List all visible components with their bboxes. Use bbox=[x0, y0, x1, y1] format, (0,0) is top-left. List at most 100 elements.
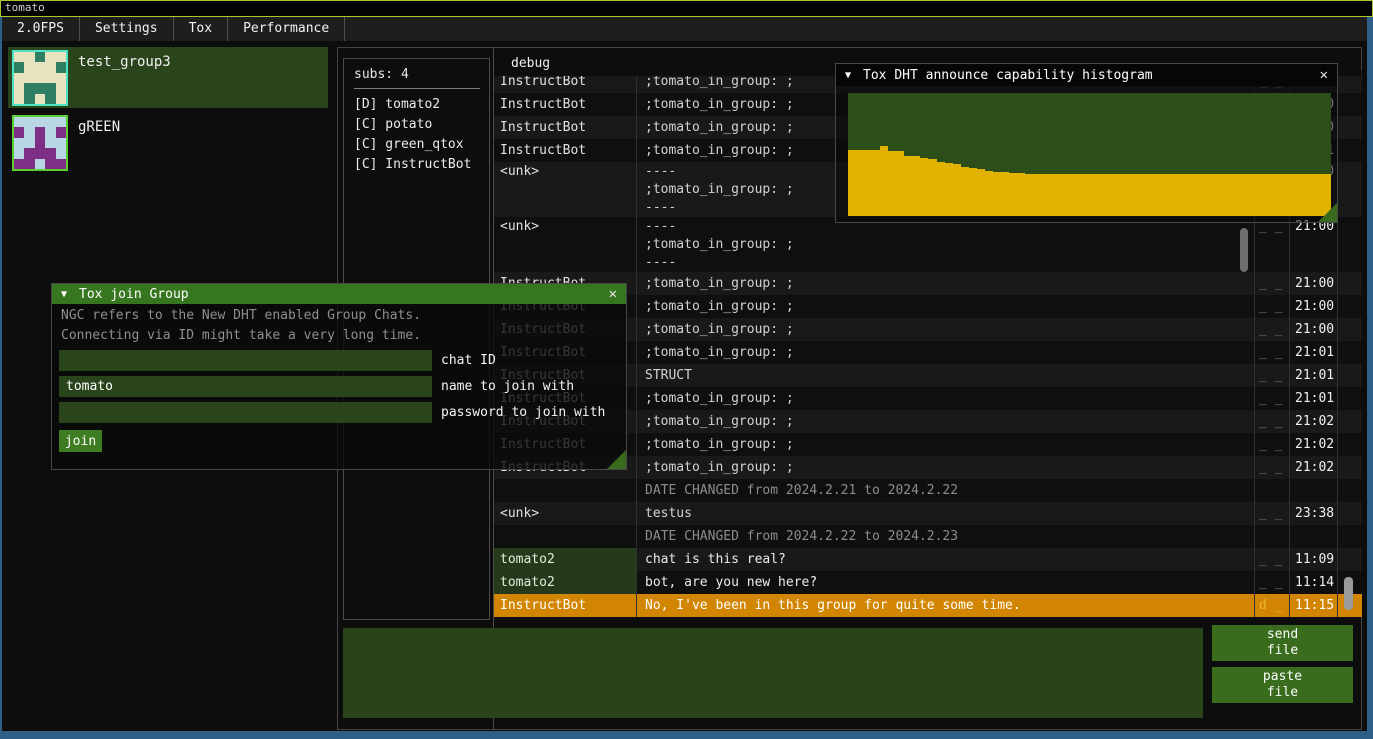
menu-item-tox[interactable]: Tox bbox=[174, 17, 228, 41]
menu-item-2.0fps[interactable]: 2.0FPS bbox=[2, 17, 80, 41]
join-group-titlebar[interactable]: ▼ Tox join Group ✕ bbox=[52, 284, 626, 304]
join-field-label: password to join with bbox=[441, 402, 605, 423]
histogram-bar bbox=[1250, 174, 1258, 216]
histogram-bar bbox=[1122, 174, 1130, 216]
chat-scrollbar-thumb[interactable] bbox=[1240, 228, 1248, 272]
time-cell: 21:00 bbox=[1290, 318, 1338, 341]
menu-item-performance[interactable]: Performance bbox=[228, 17, 345, 41]
close-icon[interactable]: ✕ bbox=[609, 286, 617, 302]
message-cell: ;tomato_in_group: ; bbox=[637, 410, 1255, 433]
group-item-test_group3[interactable]: test_group3 bbox=[8, 47, 328, 108]
histogram-bar bbox=[993, 172, 1001, 216]
time-cell: 21:01 bbox=[1290, 364, 1338, 387]
status-cell: _ _ bbox=[1255, 433, 1290, 456]
status-cell: _ _ bbox=[1255, 456, 1290, 479]
histogram-bar bbox=[961, 167, 969, 216]
join-field-password-to-join-with[interactable] bbox=[59, 402, 432, 423]
avatar-pixel bbox=[14, 138, 24, 148]
dht-histogram-titlebar[interactable]: ▼ Tox DHT announce capability histogram … bbox=[836, 64, 1337, 86]
menu-item-settings[interactable]: Settings bbox=[80, 17, 174, 41]
avatar-pixel bbox=[35, 159, 45, 169]
avatar-pixel bbox=[45, 148, 55, 158]
time-cell bbox=[1290, 479, 1338, 502]
avatar-pixel bbox=[35, 94, 45, 104]
time-cell: 11:14 bbox=[1290, 571, 1338, 594]
histogram-bar bbox=[920, 158, 928, 216]
panel-scrollbar-thumb[interactable] bbox=[1344, 577, 1353, 610]
member-item[interactable]: [C] potato bbox=[354, 115, 489, 135]
histogram-bar bbox=[937, 162, 945, 216]
group-name: test_group3 bbox=[78, 54, 171, 70]
resize-handle[interactable] bbox=[607, 450, 626, 469]
chat-row[interactable]: <unk>---- ;tomato_in_group: ; ----_ _21:… bbox=[494, 217, 1362, 272]
avatar-pixel bbox=[56, 138, 66, 148]
member-item[interactable]: [C] InstructBot bbox=[354, 155, 489, 175]
members-separator bbox=[354, 88, 480, 89]
collapse-icon[interactable]: ▼ bbox=[61, 289, 67, 300]
avatar-pixel bbox=[56, 117, 66, 127]
chat-row[interactable]: DATE CHANGED from 2024.2.21 to 2024.2.22 bbox=[494, 479, 1362, 502]
message-cell: ;tomato_in_group: ; bbox=[637, 295, 1255, 318]
send-file-button[interactable]: send file bbox=[1212, 625, 1353, 661]
status-cell bbox=[1255, 525, 1290, 548]
histogram-bar bbox=[1299, 174, 1307, 216]
message-cell: ;tomato_in_group: ; bbox=[637, 456, 1255, 479]
close-icon[interactable]: ✕ bbox=[1320, 67, 1328, 83]
member-item[interactable]: [D] tomato2 bbox=[354, 95, 489, 115]
histogram-bar bbox=[896, 151, 904, 216]
avatar-pixel bbox=[45, 94, 55, 104]
sender-cell: <unk> bbox=[494, 162, 637, 217]
message-cell: testus bbox=[637, 502, 1255, 525]
histogram-bar bbox=[1234, 174, 1242, 216]
join-field-label: chat ID bbox=[441, 350, 496, 371]
sender-cell: InstructBot bbox=[494, 139, 637, 162]
status-cell: _ _ bbox=[1255, 502, 1290, 525]
join-field-name-to-join-with[interactable]: tomato bbox=[59, 376, 432, 397]
histogram-bar bbox=[856, 150, 864, 216]
chat-row[interactable]: tomato2bot, are you new here?_ _11:14 bbox=[494, 571, 1362, 594]
histogram-bar bbox=[912, 156, 920, 216]
avatar-pixel bbox=[45, 62, 55, 72]
status-cell: _ _ bbox=[1255, 364, 1290, 387]
avatar-pixel bbox=[24, 138, 34, 148]
tab-debug-label: debug bbox=[511, 56, 550, 71]
message-input[interactable] bbox=[343, 628, 1203, 718]
member-item[interactable]: [C] green_qtox bbox=[354, 135, 489, 155]
histogram-bar bbox=[1017, 173, 1025, 216]
message-cell: ;tomato_in_group: ; bbox=[637, 341, 1255, 364]
window-titlebar[interactable]: tomato bbox=[0, 0, 1373, 17]
resize-handle[interactable] bbox=[1318, 203, 1337, 222]
sender-cell: InstructBot bbox=[494, 116, 637, 139]
members-header: subs: 4 bbox=[354, 67, 489, 82]
chat-row[interactable]: InstructBotNo, I've been in this group f… bbox=[494, 594, 1362, 617]
avatar-pixel bbox=[14, 62, 24, 72]
histogram-bar bbox=[1057, 174, 1065, 216]
window-frame-right bbox=[1367, 17, 1373, 739]
avatar-pixel bbox=[45, 52, 55, 62]
sender-cell: tomato2 bbox=[494, 571, 637, 594]
avatar-pixel bbox=[24, 159, 34, 169]
chat-row[interactable]: <unk>testus_ _23:38 bbox=[494, 502, 1362, 525]
window-title: tomato bbox=[5, 1, 45, 14]
avatar-pixel bbox=[45, 117, 55, 127]
chat-row[interactable]: tomato2chat is this real?_ _11:09 bbox=[494, 548, 1362, 571]
histogram-bar bbox=[1194, 174, 1202, 216]
avatar-pixel bbox=[35, 73, 45, 83]
histogram-bar bbox=[1307, 174, 1315, 216]
join-field-label: name to join with bbox=[441, 376, 574, 397]
message-cell: chat is this real? bbox=[637, 548, 1255, 571]
group-item-gREEN[interactable]: gREEN bbox=[8, 112, 328, 173]
join-field-chat-ID[interactable] bbox=[59, 350, 432, 371]
histogram-bar bbox=[888, 151, 896, 216]
paste-file-button[interactable]: paste file bbox=[1212, 667, 1353, 703]
collapse-icon[interactable]: ▼ bbox=[845, 70, 851, 81]
chat-row[interactable]: DATE CHANGED from 2024.2.22 to 2024.2.23 bbox=[494, 525, 1362, 548]
time-cell: 21:00 bbox=[1290, 295, 1338, 318]
histogram-bar bbox=[1170, 174, 1178, 216]
histogram-bar bbox=[1186, 174, 1194, 216]
status-cell: _ _ bbox=[1255, 571, 1290, 594]
sender-cell: InstructBot bbox=[494, 93, 637, 116]
group-name: gREEN bbox=[78, 119, 120, 135]
join-button[interactable]: join bbox=[59, 430, 102, 452]
avatar-pixel bbox=[56, 127, 66, 137]
